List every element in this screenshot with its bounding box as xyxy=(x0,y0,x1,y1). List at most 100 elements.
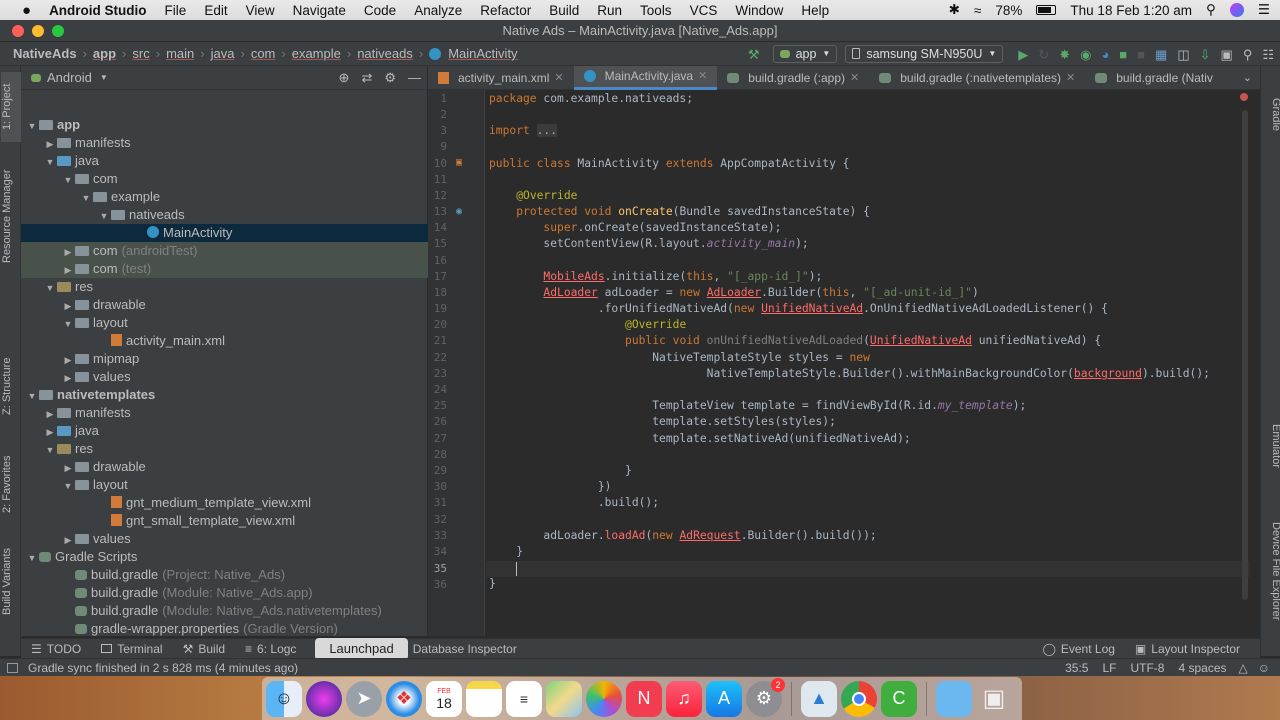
music-icon[interactable]: ♫ xyxy=(666,680,702,717)
breadcrumb-com[interactable]: com xyxy=(248,46,279,61)
collapsed-arrow-icon[interactable]: ▶ xyxy=(61,369,75,387)
breadcrumb-project[interactable]: NativeAds xyxy=(10,46,80,61)
tree-item[interactable]: ▼ res xyxy=(21,440,428,458)
tree-item[interactable]: ▼ res xyxy=(21,278,428,296)
wifi-icon[interactable]: ≈ xyxy=(974,3,981,18)
debug-icon[interactable]: ✸ xyxy=(1059,47,1070,62)
collapsed-arrow-icon[interactable]: ▶ xyxy=(61,459,75,477)
ide-settings-icon[interactable]: ☷ xyxy=(1262,47,1274,62)
minimize-window-button[interactable] xyxy=(32,25,44,37)
downloads-folder-icon[interactable] xyxy=(936,680,972,717)
tool-layout-inspector[interactable]: ▣ Layout Inspector xyxy=(1125,642,1250,656)
app-store-icon[interactable]: A xyxy=(706,680,742,717)
expanded-arrow-icon[interactable]: ▼ xyxy=(25,549,39,567)
tool-structure-tab[interactable]: Z: Structure xyxy=(1,346,21,426)
expanded-arrow-icon[interactable]: ▼ xyxy=(97,207,111,225)
tree-item[interactable]: ▶ java xyxy=(21,422,428,440)
status-message[interactable]: Gradle sync finished in 2 s 828 ms (4 mi… xyxy=(28,661,298,675)
tree-item[interactable]: ▶ values xyxy=(21,368,428,386)
tree-item[interactable]: ▼ nativetemplates xyxy=(21,386,428,404)
tool-project-tab[interactable]: 1: Project xyxy=(1,72,21,142)
line-separator[interactable]: LF xyxy=(1102,661,1116,675)
tree-item[interactable]: build.gradle (Module: Native_Ads.app) xyxy=(21,584,428,602)
clock[interactable]: Thu 18 Feb 1:20 am xyxy=(1070,3,1192,18)
menu-vcs[interactable]: VCS xyxy=(681,3,727,18)
tree-item[interactable]: ▼ Gradle Scripts xyxy=(21,548,428,566)
chrome-icon[interactable] xyxy=(841,680,877,717)
stop-icon[interactable]: ■ xyxy=(1137,47,1145,62)
collapsed-arrow-icon[interactable]: ▶ xyxy=(43,405,57,423)
menu-file[interactable]: File xyxy=(156,3,196,18)
tree-item[interactable]: ▶ manifests xyxy=(21,134,428,152)
tool-resource-manager-tab[interactable]: Resource Manager xyxy=(1,161,21,271)
sdk-manager-icon[interactable]: ⇩ xyxy=(1200,47,1211,62)
close-window-button[interactable] xyxy=(12,25,24,37)
collapsed-arrow-icon[interactable]: ▶ xyxy=(61,261,75,279)
tree-item[interactable]: build.gradle (Project: Native_Ads) xyxy=(21,566,428,584)
override-gutter-icon[interactable]: ◉ xyxy=(456,206,462,217)
breadcrumb-app[interactable]: app xyxy=(90,46,119,61)
lock-icon[interactable]: △ xyxy=(1239,661,1248,675)
android-studio-icon[interactable]: ▲ xyxy=(801,680,837,717)
layout-inspector-icon[interactable]: ▣ xyxy=(1221,47,1233,62)
tab-mainactivity-java[interactable]: MainActivity.java ✕ xyxy=(573,65,718,90)
expanded-arrow-icon[interactable]: ▼ xyxy=(61,477,75,495)
tool-todo[interactable]: ☰ TODO xyxy=(21,642,91,656)
tree-item[interactable]: activity_main.xml xyxy=(21,332,428,350)
breadcrumb-java[interactable]: java xyxy=(208,46,238,61)
siri-icon[interactable] xyxy=(1229,3,1244,17)
tab-activity-main-xml[interactable]: activity_main.xml ✕ xyxy=(428,66,574,90)
bluetooth-icon[interactable]: ✱ xyxy=(949,2,960,18)
sync-gradle-icon[interactable]: ▦ xyxy=(1155,47,1167,62)
menu-refactor[interactable]: Refactor xyxy=(471,3,540,18)
battery-icon[interactable] xyxy=(1036,5,1057,15)
tree-item[interactable]: ▶ mipmap xyxy=(21,350,428,368)
tab-overflow-chevron-icon[interactable]: ⌄ xyxy=(1243,71,1252,84)
editor-scrollbar[interactable] xyxy=(1242,110,1248,600)
tree-item[interactable]: build.gradle (Module: Native_Ads.nativete… xyxy=(21,602,428,620)
tree-item[interactable]: ▶ com (test) xyxy=(21,260,428,278)
breadcrumb-main[interactable]: main xyxy=(163,46,197,61)
zoom-window-button[interactable] xyxy=(52,25,64,37)
avd-manager-icon[interactable]: ◫ xyxy=(1177,47,1189,62)
photos-icon[interactable] xyxy=(586,680,622,717)
expanded-arrow-icon[interactable]: ▼ xyxy=(43,441,57,459)
menu-navigate[interactable]: Navigate xyxy=(284,3,355,18)
expanded-arrow-icon[interactable]: ▼ xyxy=(25,387,39,405)
tree-item[interactable]: ▼ layout xyxy=(21,476,428,494)
tree-item[interactable]: gnt_medium_template_view.xml xyxy=(21,494,428,512)
collapsed-arrow-icon[interactable]: ▶ xyxy=(61,531,75,549)
collapsed-arrow-icon[interactable]: ▶ xyxy=(61,243,75,261)
tool-build-variants-tab[interactable]: Build Variants xyxy=(1,536,21,626)
close-tab-icon[interactable]: ✕ xyxy=(1066,66,1075,90)
error-indicator-icon[interactable] xyxy=(1240,93,1248,101)
breadcrumb-example[interactable]: example xyxy=(289,46,344,61)
tool-emulator-tab[interactable]: Emulator xyxy=(1262,411,1280,481)
battery-percent[interactable]: 78% xyxy=(995,3,1022,18)
tree-item[interactable]: ▶ drawable xyxy=(21,296,428,314)
collapsed-arrow-icon[interactable]: ▶ xyxy=(61,351,75,369)
app-menu[interactable]: Android Studio xyxy=(40,3,155,18)
tree-item[interactable]: ▶ values xyxy=(21,530,428,548)
tool-gradle-tab[interactable]: Gradle xyxy=(1262,90,1280,140)
toggle-tool-windows-icon[interactable] xyxy=(7,662,18,673)
tool-event-log[interactable]: ◯ Event Log xyxy=(1032,642,1124,656)
tool-terminal[interactable]: Terminal xyxy=(91,642,172,656)
tool-logcat[interactable]: ≡ 6: Logc xyxy=(235,642,306,656)
expanded-arrow-icon[interactable]: ▼ xyxy=(43,153,57,171)
tree-item[interactable]: ▼ example xyxy=(21,188,428,206)
run-config-selector[interactable]: app ▼ xyxy=(772,44,838,63)
run-icon[interactable]: ▶ xyxy=(1018,47,1028,62)
launchpad-icon[interactable]: ➤ xyxy=(346,680,382,717)
tree-item[interactable]: ▶ drawable xyxy=(21,458,428,476)
tab-build-gradle-nativ[interactable]: build.gradle (Nativ xyxy=(1085,66,1223,90)
collapse-all-icon[interactable]: ⇄ xyxy=(361,70,372,86)
editor-gutter[interactable]: 1 2 3 9 10 11 12 13 14 15 16 17 18 19 20 21 22 23 24 25 26 27… xyxy=(428,90,485,636)
collapsed-arrow-icon[interactable]: ▶ xyxy=(61,297,75,315)
maps-icon[interactable] xyxy=(546,680,582,717)
menu-build[interactable]: Build xyxy=(540,3,588,18)
profile-icon[interactable]: ◉ xyxy=(1080,47,1091,62)
hide-panel-icon[interactable]: — xyxy=(408,70,421,85)
tree-item[interactable]: ▼ nativeads xyxy=(21,206,428,224)
tree-item[interactable]: ▼ com xyxy=(21,170,428,188)
